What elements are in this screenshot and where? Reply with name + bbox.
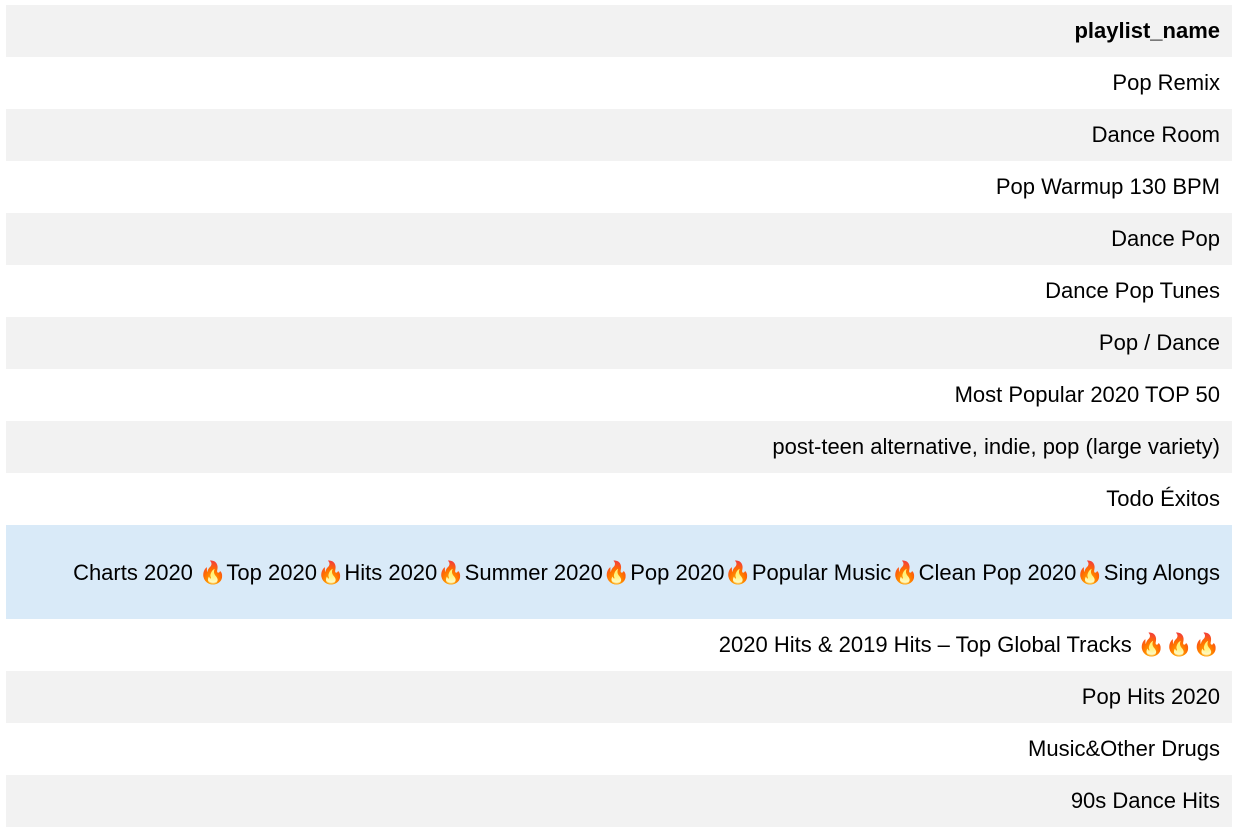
table-row[interactable]: 90s Dance Hits: [6, 775, 1232, 827]
playlist-name-cell: Pop Warmup 130 BPM: [6, 161, 1232, 213]
playlist-table: playlist_name Pop Remix Dance Room Pop W…: [6, 5, 1232, 827]
playlist-name-cell: post-teen alternative, indie, pop (large…: [6, 421, 1232, 473]
playlist-name-cell: Todo Éxitos: [6, 473, 1232, 525]
table-row[interactable]: Dance Pop: [6, 213, 1232, 265]
playlist-name-cell: Pop Remix: [6, 57, 1232, 109]
table-row[interactable]: Pop / Dance: [6, 317, 1232, 369]
table-row[interactable]: 2020 Hits & 2019 Hits – Top Global Track…: [6, 619, 1232, 671]
table-header-row: playlist_name: [6, 5, 1232, 57]
playlist-name-cell: Pop Hits 2020: [6, 671, 1232, 723]
playlist-name-cell: Most Popular 2020 TOP 50: [6, 369, 1232, 421]
table-row[interactable]: Pop Hits 2020: [6, 671, 1232, 723]
table-row[interactable]: Most Popular 2020 TOP 50: [6, 369, 1232, 421]
column-header-playlist-name[interactable]: playlist_name: [6, 5, 1232, 57]
table-row[interactable]: Dance Pop Tunes: [6, 265, 1232, 317]
table-row-highlighted[interactable]: Charts 2020 🔥Top 2020🔥Hits 2020🔥Summer 2…: [6, 525, 1232, 619]
playlist-table-container: playlist_name Pop Remix Dance Room Pop W…: [6, 5, 1232, 827]
table-row[interactable]: Pop Remix: [6, 57, 1232, 109]
table-row[interactable]: post-teen alternative, indie, pop (large…: [6, 421, 1232, 473]
playlist-name-cell: 2020 Hits & 2019 Hits – Top Global Track…: [6, 619, 1232, 671]
playlist-name-cell: Dance Pop Tunes: [6, 265, 1232, 317]
playlist-name-cell: Dance Pop: [6, 213, 1232, 265]
playlist-name-cell: Dance Room: [6, 109, 1232, 161]
playlist-name-cell: Pop / Dance: [6, 317, 1232, 369]
table-row[interactable]: Dance Room: [6, 109, 1232, 161]
table-row[interactable]: Music&Other Drugs: [6, 723, 1232, 775]
table-row[interactable]: Todo Éxitos: [6, 473, 1232, 525]
playlist-name-cell: Music&Other Drugs: [6, 723, 1232, 775]
playlist-name-cell: Charts 2020 🔥Top 2020🔥Hits 2020🔥Summer 2…: [6, 525, 1232, 619]
table-row[interactable]: Pop Warmup 130 BPM: [6, 161, 1232, 213]
playlist-name-cell: 90s Dance Hits: [6, 775, 1232, 827]
